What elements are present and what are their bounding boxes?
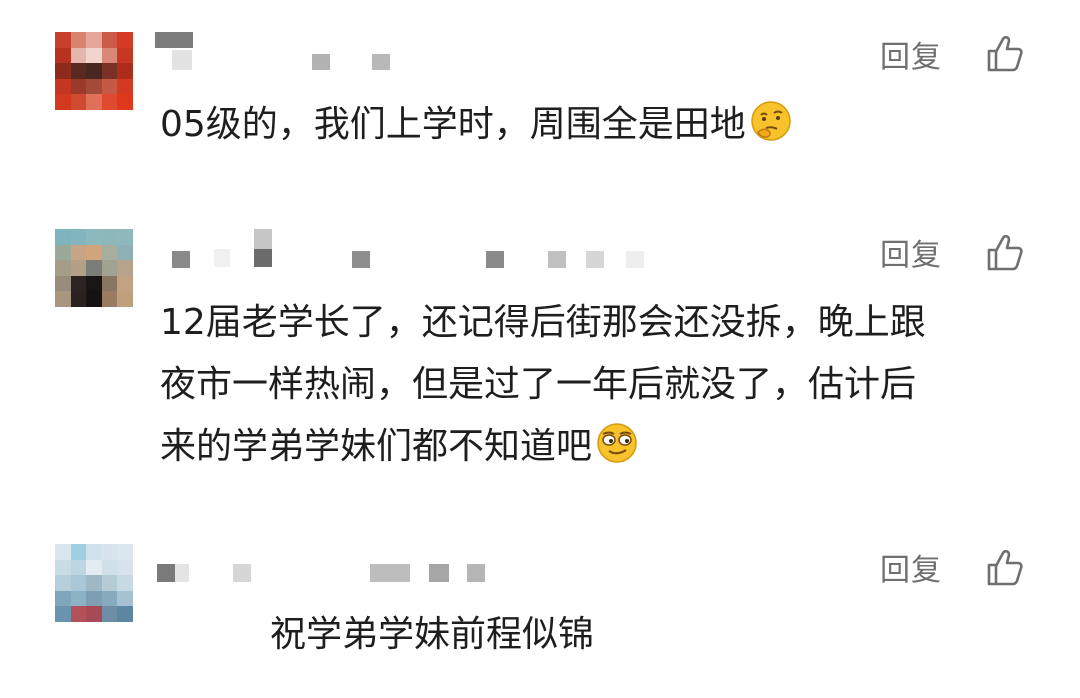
- comment-text: 05级的，我们上学时，周围全是田地: [160, 94, 792, 156]
- avatar[interactable]: [55, 544, 133, 622]
- comment-text-line: 12届老学长了，还记得后街那会还没拆，晚上跟: [160, 302, 926, 343]
- thumbs-up-icon[interactable]: [986, 234, 1024, 272]
- comment-text-line: 夜市一样热闹，但是过了一年后就没了，估计后: [160, 364, 917, 405]
- thinking-face-emoji: [751, 101, 791, 141]
- avatar[interactable]: [55, 32, 133, 110]
- avatar[interactable]: [55, 229, 133, 307]
- reply-button[interactable]: 回复: [880, 553, 942, 589]
- thumbs-up-icon[interactable]: [986, 549, 1024, 587]
- username-redacted[interactable]: [152, 32, 402, 70]
- thumbs-up-icon[interactable]: [986, 35, 1024, 73]
- username-redacted[interactable]: [155, 544, 495, 582]
- reply-button[interactable]: 回复: [880, 238, 942, 274]
- comment-text: 祝学弟学妹前程似锦: [270, 604, 594, 666]
- smirking-face-emoji: [597, 423, 637, 463]
- comment-text: 12届老学长了，还记得后街那会还没拆，晚上跟 夜市一样热闹，但是过了一年后就没了，…: [160, 292, 926, 478]
- comment-text-line: 祝学弟学妹前程似锦: [270, 614, 595, 655]
- reply-button[interactable]: 回复: [880, 40, 942, 76]
- comment-text-line: 来的学弟学妹们都不知道吧: [160, 426, 593, 467]
- comment-text-line: 05级的，我们上学时，周围全是田地: [160, 104, 746, 145]
- username-redacted[interactable]: [170, 229, 650, 268]
